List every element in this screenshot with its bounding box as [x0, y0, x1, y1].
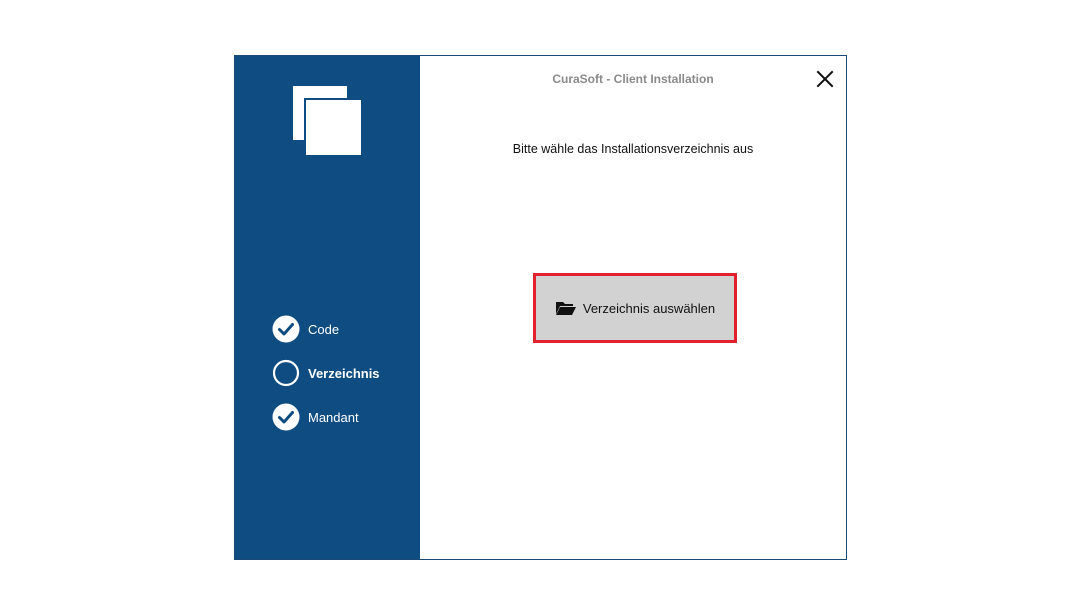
- step-verzeichnis[interactable]: Verzeichnis: [272, 359, 380, 387]
- installer-window: Code Verzeichnis Mandant CuraSoft - Clie…: [234, 55, 847, 560]
- close-icon[interactable]: [816, 70, 834, 88]
- logo-square-front: [304, 98, 361, 155]
- instruction-text: Bitte wähle das Installationsverzeichnis…: [512, 142, 754, 156]
- checkmark-circle-icon: [272, 315, 300, 343]
- step-label: Mandant: [308, 409, 359, 425]
- main-panel: CuraSoft - Client Installation Bitte wäh…: [420, 56, 846, 559]
- sidebar: Code Verzeichnis Mandant: [235, 56, 420, 559]
- choose-directory-label: Verzeichnis auswählen: [582, 300, 716, 316]
- window-title: CuraSoft - Client Installation: [552, 72, 714, 86]
- step-label: Code: [308, 321, 340, 337]
- choose-directory-button[interactable]: Verzeichnis auswählen: [533, 273, 737, 343]
- step-label: Verzeichnis: [308, 365, 380, 381]
- circle-outline-icon: [272, 359, 300, 387]
- step-mandant[interactable]: Mandant: [272, 403, 380, 431]
- step-code[interactable]: Code: [272, 315, 380, 343]
- folder-open-icon: [555, 302, 576, 315]
- checkmark-circle-icon: [272, 403, 300, 431]
- step-list: Code Verzeichnis Mandant: [272, 315, 380, 447]
- app-logo: [293, 86, 363, 156]
